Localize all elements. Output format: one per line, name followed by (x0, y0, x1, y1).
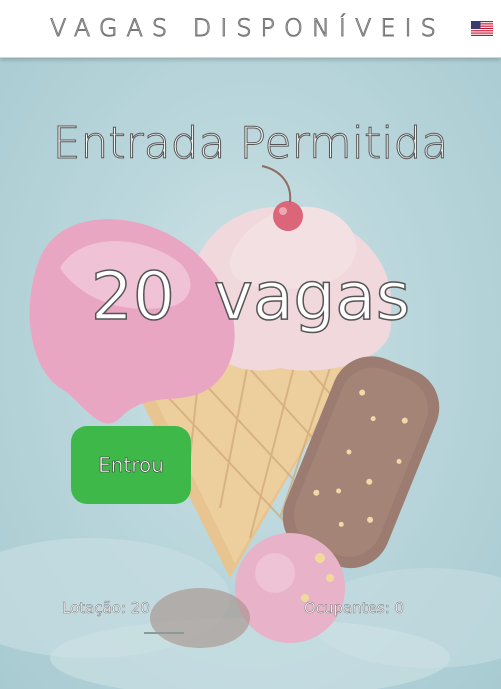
main-panel: Entrada Permitida 20 vagas Entrou Lotaçã… (0, 58, 501, 689)
capacity-label: Lotação: 20 (62, 599, 150, 618)
app-title: VAGAS DISPONÍVEIS (50, 14, 445, 43)
scroll-indicator (144, 632, 184, 634)
available-spots: 20 vagas (0, 257, 501, 336)
top-bar: VAGAS DISPONÍVEIS (0, 0, 501, 58)
entry-status: Entrada Permitida (52, 118, 449, 170)
entrou-button[interactable]: Entrou (71, 426, 191, 504)
us-flag-icon[interactable] (471, 21, 493, 36)
spots-number: 20 (90, 257, 175, 336)
occupants-label: Ocupantes: 0 (304, 599, 405, 618)
spots-unit: vagas (213, 257, 411, 336)
